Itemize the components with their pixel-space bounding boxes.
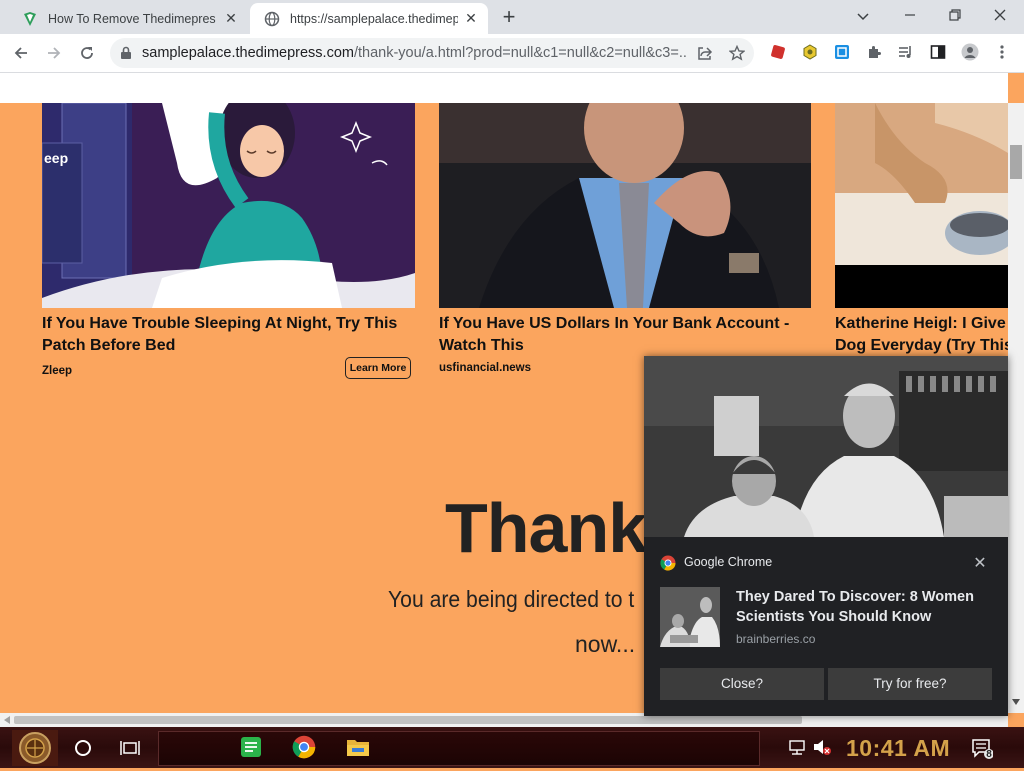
ad-title[interactable]: Katherine Heigl: I Give Dog Everyday (Tr… <box>835 313 1008 357</box>
profile-avatar-icon[interactable] <box>961 43 979 61</box>
vertical-scrollbar[interactable] <box>1008 103 1024 713</box>
businessman-ad-image[interactable] <box>439 103 811 308</box>
zleep-product-label: eep <box>44 150 68 166</box>
tab-search-icon[interactable] <box>851 6 875 26</box>
ad-title[interactable]: If You Have Trouble Sleeping At Night, T… <box>42 313 415 357</box>
horizontal-scrollbar-thumb[interactable] <box>14 716 802 724</box>
thank-you-heading: Thank <box>445 489 647 567</box>
sleep-patch-ad-image[interactable]: eep <box>42 103 415 308</box>
site-favicon-icon <box>22 11 38 27</box>
tab-samplepalace[interactable]: https://samplepalace.thedimep ✕ <box>250 3 488 34</box>
notification-title[interactable]: They Dared To Discover: 8 Women Scientis… <box>736 587 996 627</box>
url-path: /thank-you/a.html?prod=null&c1=null&c2=n… <box>353 45 687 61</box>
notification-hero-image[interactable] <box>644 356 1008 537</box>
browser-toolbar: samplepalace.thedimepress.com/thank-you/… <box>0 34 1024 73</box>
scroll-down-arrow-icon[interactable] <box>1012 699 1020 705</box>
file-explorer-icon[interactable] <box>346 737 370 762</box>
hexagon-extension-icon[interactable] <box>801 43 819 61</box>
notification-source: brainberries.co <box>736 632 816 646</box>
cortana-search-icon[interactable] <box>73 738 93 763</box>
close-window-button[interactable] <box>988 6 1012 26</box>
task-view-icon[interactable] <box>120 738 140 763</box>
puzzle-extensions-icon[interactable] <box>865 43 883 61</box>
media-queue-icon[interactable] <box>897 43 915 61</box>
start-button[interactable] <box>12 730 58 771</box>
more-menu-icon[interactable] <box>993 43 1011 61</box>
forward-button[interactable] <box>42 41 66 65</box>
lock-icon[interactable] <box>120 46 132 65</box>
url-host: samplepalace.thedimepress.com <box>142 45 354 61</box>
reload-button[interactable] <box>75 41 99 65</box>
ad-title[interactable]: If You Have US Dollars In Your Bank Acco… <box>439 313 811 357</box>
redirect-message: You are being directed to t <box>388 586 635 612</box>
new-tab-button[interactable]: + <box>498 6 520 29</box>
blue-extension-icon[interactable] <box>833 43 851 61</box>
ad-source[interactable]: Zleep <box>42 365 72 377</box>
minimize-button[interactable] <box>898 6 922 26</box>
page-top-strip <box>0 73 1008 103</box>
notes-app-icon[interactable] <box>240 736 262 763</box>
tab-close-icon[interactable]: ✕ <box>464 11 478 25</box>
notification-count-badge: 8 <box>986 749 992 760</box>
globe-icon <box>264 11 280 27</box>
tab-strip: How To Remove Thedimepress ✕ https://sam… <box>0 0 1024 34</box>
chrome-notification[interactable]: Google Chrome ✕ They Dared To Discover: … <box>644 356 1008 716</box>
taskbar-clock[interactable]: 10:41 AM <box>846 735 950 762</box>
notification-app-name: Google Chrome <box>684 555 773 569</box>
tab-close-icon[interactable]: ✕ <box>224 11 238 25</box>
side-panel-icon[interactable] <box>929 43 947 61</box>
tab-how-to-remove[interactable]: How To Remove Thedimepress ✕ <box>8 3 248 34</box>
network-icon[interactable] <box>788 738 806 761</box>
address-bar[interactable]: samplepalace.thedimepress.com/thank-you/… <box>110 38 754 68</box>
tab-title: How To Remove Thedimepress <box>48 11 216 26</box>
vertical-scrollbar-thumb[interactable] <box>1010 145 1022 179</box>
restore-button[interactable] <box>943 6 967 26</box>
notification-close-button[interactable]: Close? <box>660 668 824 700</box>
chrome-logo-icon <box>660 555 676 576</box>
notification-close-icon[interactable]: ✕ <box>972 553 988 573</box>
back-button[interactable] <box>9 41 33 65</box>
bookmark-star-icon[interactable] <box>728 44 746 62</box>
chrome-taskbar-icon[interactable] <box>292 735 316 764</box>
scroll-left-arrow-icon[interactable] <box>4 716 10 724</box>
share-icon[interactable] <box>696 44 714 62</box>
tab-title: https://samplepalace.thedimep <box>290 11 458 26</box>
volume-muted-icon[interactable] <box>812 738 832 761</box>
notification-try-free-button[interactable]: Try for free? <box>828 668 992 700</box>
red-extension-icon[interactable] <box>769 43 787 61</box>
redirect-message-now: now... <box>575 631 636 657</box>
learn-more-button[interactable]: Learn More <box>345 357 411 379</box>
notification-thumbnail[interactable] <box>660 587 720 647</box>
url-text[interactable]: samplepalace.thedimepress.com/thank-you/… <box>142 45 687 61</box>
dog-bowl-ad-image[interactable] <box>835 103 1008 308</box>
ad-source[interactable]: usfinancial.news <box>439 362 531 374</box>
